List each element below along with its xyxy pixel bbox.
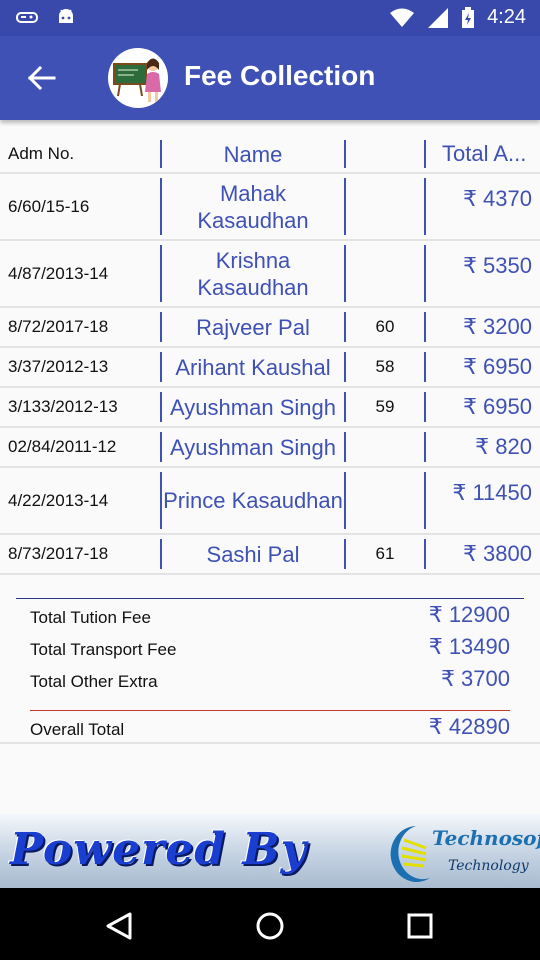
student-name: Arihant Kaushal [160, 352, 344, 382]
tuition-fee-row: Total Tution Fee ₹ 12900 [30, 602, 510, 628]
company-tagline: Technology [448, 858, 529, 874]
adm-no: 3/37/2012-13 [8, 357, 109, 376]
signal-icon [428, 7, 449, 28]
header-total-amount: Total A... [424, 140, 540, 168]
android-icon [59, 9, 73, 23]
table-row[interactable]: 02/84/2011-12 Ayushman Singh ₹ 820 [0, 428, 540, 468]
adm-no: 4/87/2013-14 [8, 263, 109, 283]
student-name: Mahak Kasaudhan [160, 178, 344, 235]
triangle-back-icon [106, 912, 132, 940]
system-nav-bar [0, 888, 540, 960]
header-roll [344, 140, 424, 168]
table-row[interactable]: 8/73/2017-18 Sashi Pal 61 ₹ 3800 [0, 535, 540, 575]
game-controller-icon [16, 12, 38, 23]
student-name: Sashi Pal [160, 539, 344, 569]
total-amount: ₹ 5350 [424, 245, 540, 302]
adm-no: 8/73/2017-18 [8, 544, 109, 563]
table-row[interactable]: 6/60/15-16 Mahak Kasaudhan ₹ 4370 [0, 174, 540, 241]
total-amount: ₹ 820 [424, 432, 540, 462]
nav-back-button[interactable] [100, 906, 140, 946]
student-name: Ayushman Singh [160, 392, 344, 422]
table-row[interactable]: 4/22/2013-14 Prince Kasaudhan ₹ 11450 [0, 468, 540, 535]
roll-no: 59 [344, 392, 424, 422]
transport-fee-row: Total Transport Fee ₹ 13490 [30, 634, 510, 660]
roll-no [344, 472, 424, 529]
circle-home-icon [256, 912, 284, 940]
wifi-icon [390, 8, 415, 27]
other-extra-value: ₹ 3700 [440, 666, 510, 691]
square-recents-icon [407, 913, 433, 939]
battery-charging-icon [462, 6, 475, 28]
total-divider [30, 710, 510, 711]
page-title: Fee Collection [184, 60, 376, 91]
overall-total-row: Overall Total ₹ 42890 [30, 714, 510, 740]
table-header: Adm No. Name Total A... [0, 136, 540, 174]
header-name: Name [160, 140, 344, 168]
powered-by-banner[interactable]: Powered By Technosoft Technology [0, 814, 540, 888]
back-button[interactable] [18, 58, 64, 98]
student-name: Prince Kasaudhan [160, 472, 344, 529]
powered-by-text: Powered By [10, 824, 308, 875]
roll-no [344, 178, 424, 235]
table-row[interactable]: 8/72/2017-18 Rajveer Pal 60 ₹ 3200 [0, 308, 540, 348]
status-bar: 4:24 [0, 0, 540, 36]
total-amount: ₹ 4370 [424, 178, 540, 235]
header-adm-no: Adm No. [8, 144, 75, 163]
nav-home-button[interactable] [250, 906, 290, 946]
avatar [108, 48, 168, 108]
student-name: Ayushman Singh [160, 432, 344, 462]
app-bar: Fee Collection [0, 36, 540, 120]
roll-no [344, 245, 424, 302]
overall-total-label: Overall Total [30, 720, 125, 739]
roll-no: 61 [344, 539, 424, 569]
roll-no [344, 432, 424, 462]
fee-summary: Total Tution Fee ₹ 12900 Total Transport… [0, 598, 540, 744]
technosoft-logo: Technosoft Technology [386, 822, 540, 884]
adm-no: 02/84/2011-12 [8, 437, 117, 456]
table-row[interactable]: 4/87/2013-14 Krishna Kasaudhan ₹ 5350 [0, 241, 540, 308]
fee-table: Adm No. Name Total A... 6/60/15-16 Mahak… [0, 136, 540, 575]
teacher-blackboard-icon [113, 58, 161, 102]
total-amount: ₹ 3800 [424, 539, 540, 569]
transport-fee-value: ₹ 13490 [428, 634, 510, 659]
tuition-fee-label: Total Tution Fee [30, 608, 151, 627]
student-name: Krishna Kasaudhan [160, 245, 344, 302]
table-row[interactable]: 3/133/2012-13 Ayushman Singh 59 ₹ 6950 [0, 388, 540, 428]
summary-divider [16, 598, 524, 599]
other-extra-row: Total Other Extra ₹ 3700 [30, 666, 510, 692]
transport-fee-label: Total Transport Fee [30, 640, 177, 659]
arrow-back-icon [27, 65, 56, 91]
adm-no: 8/72/2017-18 [8, 317, 109, 336]
company-name: Technosoft [432, 826, 540, 850]
clock: 4:24 [487, 6, 526, 28]
nav-recents-button[interactable] [400, 906, 440, 946]
other-extra-label: Total Other Extra [30, 672, 158, 691]
adm-no: 6/60/15-16 [8, 196, 90, 216]
overall-total-value: ₹ 42890 [428, 714, 510, 739]
student-name: Rajveer Pal [160, 312, 344, 342]
total-amount: ₹ 6950 [424, 392, 540, 422]
total-amount: ₹ 11450 [424, 472, 540, 529]
adm-no: 4/22/2013-14 [8, 490, 109, 510]
table-row[interactable]: 3/37/2012-13 Arihant Kaushal 58 ₹ 6950 [0, 348, 540, 388]
total-amount: ₹ 3200 [424, 312, 540, 342]
roll-no: 60 [344, 312, 424, 342]
adm-no: 3/133/2012-13 [8, 397, 118, 416]
total-amount: ₹ 6950 [424, 352, 540, 382]
tuition-fee-value: ₹ 12900 [428, 602, 510, 627]
roll-no: 58 [344, 352, 424, 382]
